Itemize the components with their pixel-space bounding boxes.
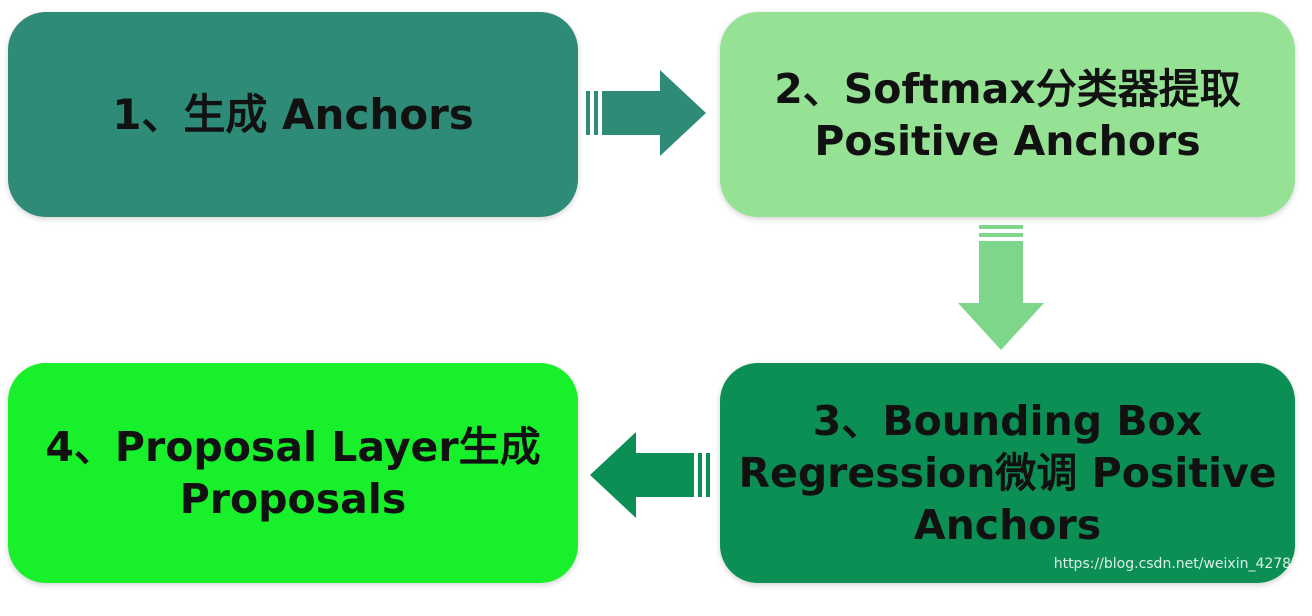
step-3-text-line-1: 3、Bounding Box — [812, 397, 1203, 445]
step-2-text-line-2: Positive Anchors — [814, 116, 1201, 165]
step-3-box: 3、Bounding Box Regression微调 Positive Anc… — [720, 363, 1295, 583]
step-1-box: 1、生成 Anchors — [8, 12, 578, 217]
step-4-text-line-1: 4、Proposal Layer生成 — [45, 423, 541, 471]
step-4-box: 4、Proposal Layer生成 Proposals — [8, 363, 578, 583]
step-2-box: 2、Softmax分类器提取 Positive Anchors — [720, 12, 1295, 217]
watermark-text: https://blog.csdn.net/weixin_42782 — [1053, 556, 1300, 572]
arrow-down-icon — [958, 225, 1044, 350]
arrow-left-icon — [590, 432, 710, 518]
step-1-text: 1、生成 Anchors — [112, 89, 474, 139]
arrow-right-icon — [586, 70, 706, 156]
step-3-text-line-3: Anchors — [913, 501, 1102, 549]
step-3-text-line-2: Regression微调 Positive — [738, 449, 1277, 497]
step-4-text-line-2: Proposals — [179, 475, 407, 523]
step-2-text-line-1: 2、Softmax分类器提取 — [774, 64, 1241, 113]
